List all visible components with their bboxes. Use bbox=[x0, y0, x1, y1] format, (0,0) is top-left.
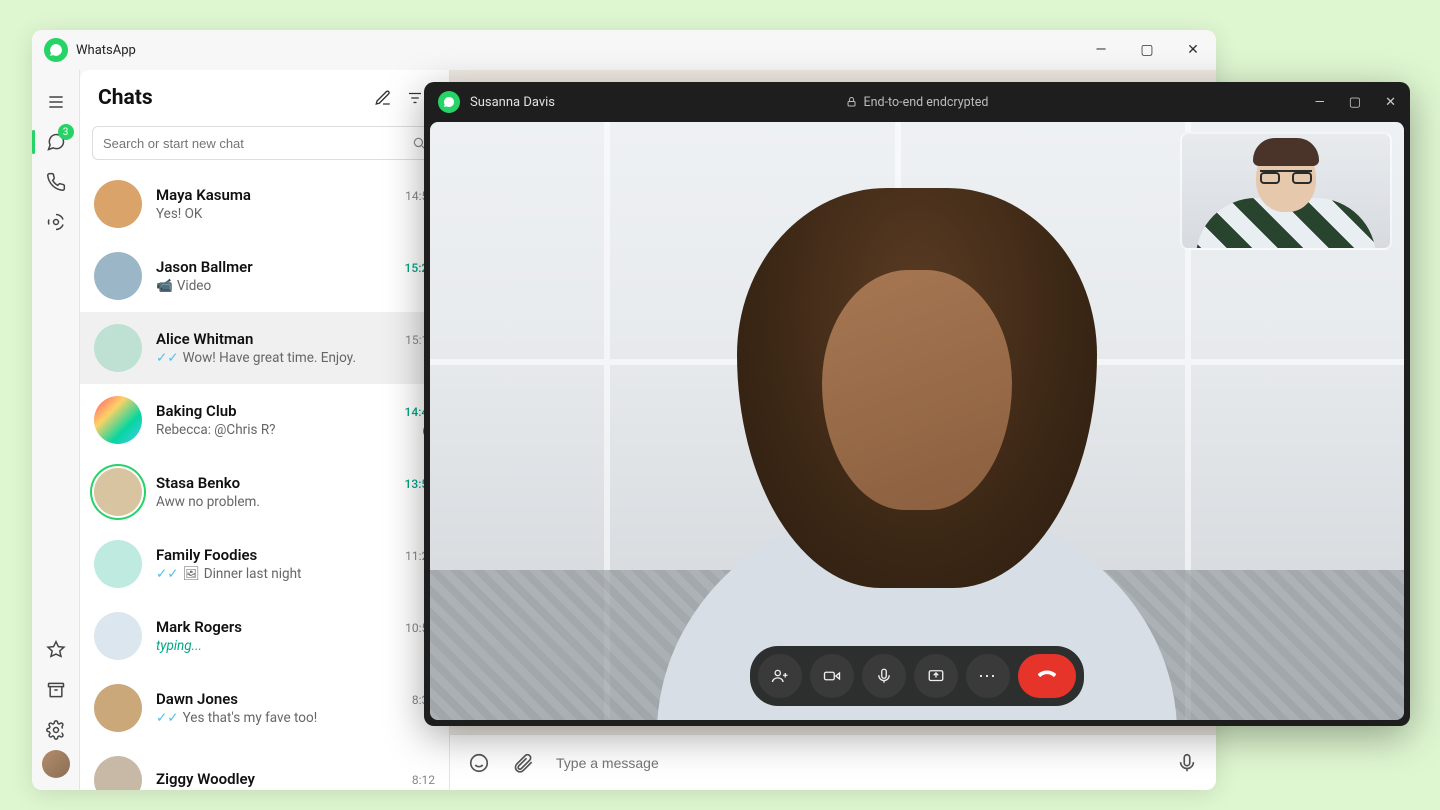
encryption-text: End-to-end endcrypted bbox=[864, 95, 989, 110]
app-title: WhatsApp bbox=[76, 43, 136, 58]
chat-name: Family Foodies bbox=[156, 546, 405, 564]
photo-icon: 🖼 bbox=[183, 566, 200, 582]
video-call-window: Susanna Davis End-to-end endcrypted — ▢ … bbox=[424, 82, 1410, 726]
chat-avatar bbox=[94, 756, 142, 790]
search-box[interactable] bbox=[92, 126, 437, 160]
chat-preview: ✓✓Yes that's my fave too! bbox=[156, 710, 435, 726]
chat-avatar bbox=[94, 612, 142, 660]
call-titlebar: Susanna Davis End-to-end endcrypted — ▢ … bbox=[424, 82, 1410, 122]
settings-tab[interactable] bbox=[32, 710, 80, 750]
chat-avatar bbox=[94, 324, 142, 372]
chat-avatar bbox=[94, 396, 142, 444]
close-button[interactable]: ✕ bbox=[1170, 30, 1216, 70]
toggle-mic-button[interactable] bbox=[862, 654, 906, 698]
emoji-icon[interactable] bbox=[468, 752, 490, 774]
chat-preview: 📹Video bbox=[156, 278, 435, 294]
read-checks-icon: ✓✓ bbox=[156, 566, 179, 582]
chat-preview: Yes! OK bbox=[156, 206, 435, 222]
chat-item[interactable]: Mark Rogers10:54typing... bbox=[80, 600, 449, 672]
chat-name: Mark Rogers bbox=[156, 618, 405, 636]
maximize-button[interactable]: ▢ bbox=[1349, 95, 1361, 110]
read-checks-icon: ✓✓ bbox=[156, 350, 179, 366]
archive-tab[interactable] bbox=[32, 670, 80, 710]
chat-item[interactable]: Jason Ballmer15:23📹Video bbox=[80, 240, 449, 312]
mic-icon[interactable] bbox=[1176, 752, 1198, 774]
add-participant-button[interactable] bbox=[758, 654, 802, 698]
chat-name: Dawn Jones bbox=[156, 690, 412, 708]
remote-person bbox=[637, 160, 1197, 720]
nav-rail: 3 bbox=[32, 70, 80, 790]
self-preview[interactable] bbox=[1180, 132, 1392, 250]
chat-item[interactable]: Family Foodies11:22✓✓🖼Dinner last night bbox=[80, 528, 449, 600]
caller-name: Susanna Davis bbox=[470, 95, 555, 110]
end-call-button[interactable] bbox=[1018, 654, 1076, 698]
chat-preview: Aww no problem. bbox=[156, 494, 435, 510]
message-input[interactable] bbox=[556, 755, 1154, 771]
chat-name: Alice Whitman bbox=[156, 330, 405, 348]
chat-preview: Rebecca: @Chris R? bbox=[156, 422, 416, 438]
window-controls: — ▢ ✕ bbox=[1078, 30, 1216, 70]
status-tab[interactable] bbox=[32, 202, 80, 242]
maximize-button[interactable]: ▢ bbox=[1124, 30, 1170, 70]
chat-preview: ✓✓Wow! Have great time. Enjoy. bbox=[156, 350, 435, 366]
lock-icon bbox=[846, 96, 858, 108]
chat-item[interactable]: Ziggy Woodley8:12 bbox=[80, 744, 449, 790]
new-chat-button[interactable] bbox=[367, 82, 399, 114]
chat-list: Maya Kasuma14:52Yes! OKJason Ballmer15:2… bbox=[80, 168, 449, 790]
chat-preview: typing... bbox=[156, 638, 435, 654]
chat-item[interactable]: Stasa Benko13:52Aww no problem. bbox=[80, 456, 449, 528]
close-button[interactable]: ✕ bbox=[1385, 95, 1396, 110]
chat-name: Stasa Benko bbox=[156, 474, 405, 492]
remote-video: ⋯ bbox=[430, 122, 1404, 720]
chat-avatar bbox=[94, 252, 142, 300]
calls-tab[interactable] bbox=[32, 162, 80, 202]
chat-avatar bbox=[94, 468, 142, 516]
chat-name: Jason Ballmer bbox=[156, 258, 405, 276]
minimize-button[interactable]: — bbox=[1315, 95, 1325, 110]
call-window-controls: — ▢ ✕ bbox=[1315, 95, 1396, 110]
chat-item[interactable]: Baking Club14:45Rebecca: @Chris R?@ bbox=[80, 384, 449, 456]
video-icon: 📹 bbox=[156, 278, 173, 294]
chat-list-panel: Chats Maya Kasuma14:52Yes! OKJason Ballm… bbox=[80, 70, 450, 790]
chat-preview: ✓✓🖼Dinner last night bbox=[156, 566, 435, 582]
chats-tab[interactable]: 3 bbox=[32, 122, 80, 162]
attach-icon[interactable] bbox=[512, 752, 534, 774]
share-screen-button[interactable] bbox=[914, 654, 958, 698]
call-controls: ⋯ bbox=[750, 646, 1084, 706]
chat-list-header: Chats bbox=[80, 70, 449, 126]
profile-avatar[interactable] bbox=[42, 750, 70, 778]
chat-name: Baking Club bbox=[156, 402, 405, 420]
chats-title: Chats bbox=[98, 86, 367, 110]
encryption-label: End-to-end endcrypted bbox=[846, 95, 989, 110]
chat-item[interactable]: Maya Kasuma14:52Yes! OK bbox=[80, 168, 449, 240]
chat-name: Maya Kasuma bbox=[156, 186, 405, 204]
unread-badge: 3 bbox=[58, 124, 74, 140]
chat-avatar bbox=[94, 684, 142, 732]
minimize-button[interactable]: — bbox=[1078, 30, 1124, 70]
hamburger-icon[interactable] bbox=[32, 82, 80, 122]
search-input[interactable] bbox=[103, 136, 412, 151]
chat-name: Ziggy Woodley bbox=[156, 770, 412, 788]
toggle-camera-button[interactable] bbox=[810, 654, 854, 698]
starred-tab[interactable] bbox=[32, 630, 80, 670]
titlebar: WhatsApp — ▢ ✕ bbox=[32, 30, 1216, 70]
more-options-button[interactable]: ⋯ bbox=[966, 654, 1010, 698]
chat-avatar bbox=[94, 540, 142, 588]
chat-avatar bbox=[94, 180, 142, 228]
whatsapp-logo-icon bbox=[44, 38, 68, 62]
whatsapp-logo-icon bbox=[438, 91, 460, 113]
chat-item[interactable]: Alice Whitman15:18✓✓Wow! Have great time… bbox=[80, 312, 449, 384]
read-checks-icon: ✓✓ bbox=[156, 710, 179, 726]
chat-item[interactable]: Dawn Jones8:32✓✓Yes that's my fave too! bbox=[80, 672, 449, 744]
chat-time: 8:12 bbox=[412, 773, 435, 787]
message-composer bbox=[450, 734, 1216, 790]
